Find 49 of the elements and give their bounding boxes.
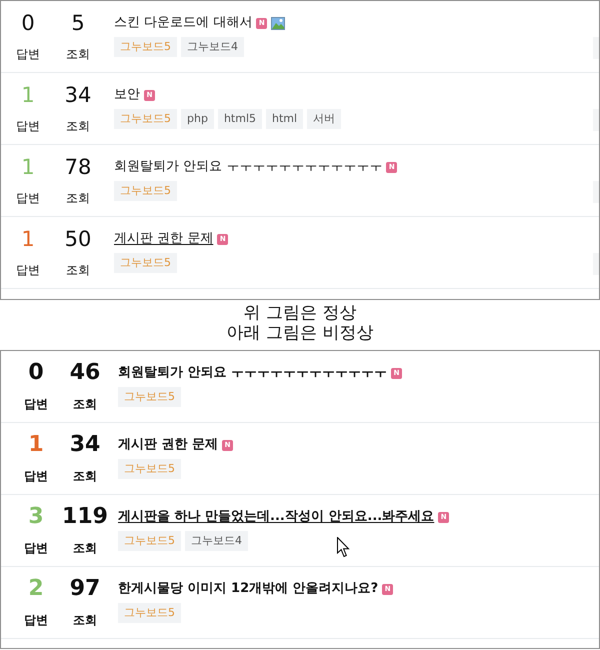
answer-label: 답변 <box>24 612 48 629</box>
view-label: 조회 <box>73 468 97 485</box>
view-count: 5 <box>71 10 85 37</box>
caption-text: 위 그림은 정상 <box>244 303 356 323</box>
post-title-link[interactable]: 한게시물당 이미지 12개밖에 안올려지나요? <box>118 580 378 598</box>
post-title-link[interactable]: 게시판 권한 문제 <box>118 436 218 454</box>
post-title-link[interactable]: 보안 <box>114 86 140 104</box>
answer-label: 답변 <box>16 46 40 63</box>
answer-label: 답변 <box>16 118 40 135</box>
view-count: 78 <box>64 154 92 181</box>
answer-count: 2 <box>28 575 44 603</box>
post-title-link[interactable]: 게시판을 하나 만들었는데...작성이 안되요...봐주세요 <box>118 508 434 526</box>
post-title-link[interactable]: 회원탈퇴가 안되요 ㅜㅜㅜㅜㅜㅜㅜㅜㅜㅜㅜㅜ <box>114 158 382 176</box>
answer-label: 답변 <box>16 262 40 279</box>
caption-text: 아래 그림은 비정상 <box>226 323 374 343</box>
view-count: 46 <box>70 359 100 387</box>
tag[interactable]: html <box>266 109 304 129</box>
answer-count: 1 <box>21 226 35 253</box>
view-label: 조회 <box>66 262 90 279</box>
view-count: 50 <box>64 226 92 253</box>
answer-label: 답변 <box>24 396 48 413</box>
answer-label: 답변 <box>24 540 48 557</box>
view-label: 조회 <box>66 118 90 135</box>
tag[interactable]: php <box>181 109 214 129</box>
view-label: 조회 <box>66 190 90 207</box>
view-count: 97 <box>70 575 100 603</box>
answer-count: 1 <box>28 431 44 459</box>
answer-count: 0 <box>28 359 44 387</box>
answer-count: 0 <box>21 10 35 37</box>
answer-count: 1 <box>21 154 35 181</box>
answer-label: 답변 <box>16 190 40 207</box>
mouse-pointer-icon <box>337 537 350 558</box>
answer-label: 답변 <box>24 468 48 485</box>
view-label: 조회 <box>73 540 97 557</box>
view-label: 조회 <box>73 396 97 413</box>
post-title-link[interactable]: 게시판 권한 문제 <box>114 230 214 248</box>
view-count: 34 <box>70 431 100 459</box>
view-count: 34 <box>64 82 92 109</box>
view-label: 조회 <box>73 612 97 629</box>
post-title-link[interactable]: 스킨 다운로드에 대해서 <box>114 14 252 32</box>
view-label: 조회 <box>66 46 90 63</box>
tag[interactable]: html5 <box>218 109 262 129</box>
post-title-link[interactable]: 회원탈퇴가 안되요 ㅜㅜㅜㅜㅜㅜㅜㅜㅜㅜㅜㅜ <box>118 364 388 382</box>
tag[interactable]: 그누보드4 <box>185 531 248 551</box>
tag[interactable]: 서버 <box>307 109 342 129</box>
view-count: 119 <box>62 503 108 531</box>
tag[interactable]: 그누보드4 <box>181 37 244 57</box>
answer-count: 3 <box>28 503 44 531</box>
answer-count: 1 <box>21 82 35 109</box>
